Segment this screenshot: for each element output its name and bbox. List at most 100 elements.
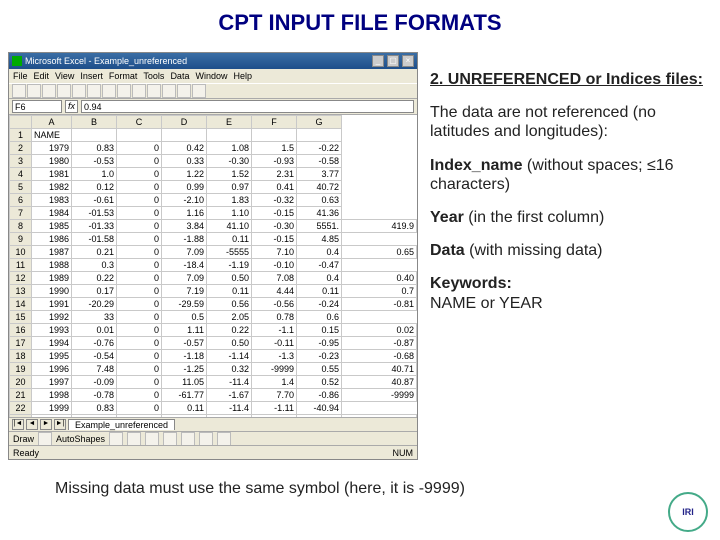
cell[interactable] <box>207 129 252 142</box>
menu-edit[interactable]: Edit <box>34 71 50 81</box>
cell[interactable]: 1.52 <box>207 168 252 181</box>
row-header[interactable]: 14 <box>10 298 32 311</box>
menu-file[interactable]: File <box>13 71 28 81</box>
cell[interactable]: 1988 <box>32 259 72 272</box>
cell[interactable]: 0 <box>117 402 162 415</box>
cell[interactable]: 41.36 <box>297 207 342 220</box>
cell[interactable]: 0.32 <box>207 363 252 376</box>
row-header[interactable]: 1 <box>10 129 32 142</box>
cell[interactable]: -0.30 <box>252 220 297 233</box>
cut-icon[interactable] <box>72 84 86 98</box>
cell[interactable]: -0.15 <box>252 207 297 220</box>
cell[interactable] <box>252 129 297 142</box>
cell[interactable]: 0 <box>117 220 162 233</box>
cell[interactable]: 1.22 <box>162 168 207 181</box>
cell[interactable]: 0 <box>117 337 162 350</box>
cell[interactable]: 7.10 <box>252 246 297 259</box>
cell[interactable]: 1992 <box>32 311 72 324</box>
cell[interactable]: 0 <box>117 415 162 418</box>
cell[interactable]: 0 <box>117 142 162 155</box>
cell[interactable]: 0.52 <box>297 376 342 389</box>
cell[interactable]: 1991 <box>32 298 72 311</box>
cell[interactable]: 1981 <box>32 168 72 181</box>
cell[interactable]: 1.16 <box>162 207 207 220</box>
cell[interactable]: 0.56 <box>207 298 252 311</box>
cell[interactable]: -0.15 <box>252 233 297 246</box>
cell[interactable]: -0.30 <box>207 155 252 168</box>
row-header[interactable]: 10 <box>10 246 32 259</box>
cell[interactable]: 1.5 <box>252 142 297 155</box>
save-icon[interactable] <box>42 84 56 98</box>
cell[interactable]: 0.4 <box>297 272 342 285</box>
cell[interactable]: 7.09 <box>162 272 207 285</box>
cell[interactable]: 0 <box>117 376 162 389</box>
cell[interactable]: 0 <box>117 298 162 311</box>
cell[interactable]: 0.63 <box>297 194 342 207</box>
cell[interactable]: 0.5 <box>162 311 207 324</box>
tab-nav-last[interactable]: ►| <box>54 419 66 430</box>
cell[interactable]: 0.22 <box>72 272 117 285</box>
cell[interactable]: -1.25 <box>162 363 207 376</box>
select-all-cell[interactable] <box>10 116 32 129</box>
cell[interactable]: NAME <box>32 129 72 142</box>
cell[interactable]: -1.14 <box>252 415 297 418</box>
column-header[interactable]: A <box>32 116 72 129</box>
fill-color-icon[interactable] <box>199 432 213 446</box>
row-header[interactable]: 23 <box>10 415 32 418</box>
cell[interactable]: -1.19 <box>207 259 252 272</box>
rectangle-icon[interactable] <box>145 432 159 446</box>
cell[interactable]: 1994 <box>32 337 72 350</box>
cell[interactable]: -0.86 <box>297 389 342 402</box>
cell[interactable]: 40.71 <box>342 363 417 376</box>
cell[interactable] <box>72 129 117 142</box>
cell[interactable]: 0 <box>117 259 162 272</box>
cell[interactable]: 0.11 <box>207 233 252 246</box>
cell[interactable]: -11.05 <box>162 415 207 418</box>
cell[interactable]: -0.32 <box>252 194 297 207</box>
cell[interactable]: -0.87 <box>342 337 417 350</box>
row-header[interactable]: 19 <box>10 363 32 376</box>
cell[interactable]: -0.53 <box>72 155 117 168</box>
cell[interactable]: -0.23 <box>297 350 342 363</box>
cell[interactable]: 1993 <box>32 324 72 337</box>
cell[interactable]: 1.10 <box>207 207 252 220</box>
cell[interactable]: 0.40 <box>342 272 417 285</box>
row-header[interactable]: 5 <box>10 181 32 194</box>
new-icon[interactable] <box>12 84 26 98</box>
cell[interactable]: -0.93 <box>252 155 297 168</box>
cell[interactable]: 0 <box>117 272 162 285</box>
row-header[interactable]: 2 <box>10 142 32 155</box>
tab-nav-prev[interactable]: ◄ <box>26 419 38 430</box>
row-header[interactable]: 20 <box>10 376 32 389</box>
cell[interactable]: -1.18 <box>162 350 207 363</box>
cell[interactable]: -00.77 <box>72 415 117 418</box>
menu-window[interactable]: Window <box>195 71 227 81</box>
cell[interactable]: -1.11 <box>252 402 297 415</box>
cell[interactable]: 0.42 <box>162 142 207 155</box>
cell[interactable]: 41.10 <box>207 220 252 233</box>
cell[interactable]: 0.7 <box>342 285 417 298</box>
cell[interactable]: 0.4 <box>297 246 342 259</box>
cell[interactable]: 0 <box>117 324 162 337</box>
cell[interactable]: 1979 <box>32 142 72 155</box>
cell[interactable]: -0.58 <box>297 155 342 168</box>
cell[interactable]: 0.02 <box>342 324 417 337</box>
cell[interactable]: 1986 <box>32 233 72 246</box>
cell[interactable]: 0.3 <box>72 259 117 272</box>
sheet-tab-active[interactable]: Example_unreferenced <box>68 419 175 430</box>
paste-icon[interactable] <box>102 84 116 98</box>
cell[interactable]: 40.72 <box>297 181 342 194</box>
menu-tools[interactable]: Tools <box>143 71 164 81</box>
cell[interactable]: 1999 <box>32 402 72 415</box>
tab-nav-next[interactable]: ► <box>40 419 52 430</box>
cell[interactable]: 3.77 <box>297 168 342 181</box>
spreadsheet-grid[interactable]: ABCDEFG1NAME219790.8300.421.081.5-0.2231… <box>9 115 417 417</box>
menu-help[interactable]: Help <box>233 71 252 81</box>
cell[interactable]: 0.41 <box>252 181 297 194</box>
cell[interactable]: -0.24 <box>297 298 342 311</box>
row-header[interactable]: 6 <box>10 194 32 207</box>
cell[interactable]: 1.4 <box>252 376 297 389</box>
row-header[interactable]: 21 <box>10 389 32 402</box>
row-header[interactable]: 9 <box>10 233 32 246</box>
cell[interactable]: 0 <box>117 181 162 194</box>
